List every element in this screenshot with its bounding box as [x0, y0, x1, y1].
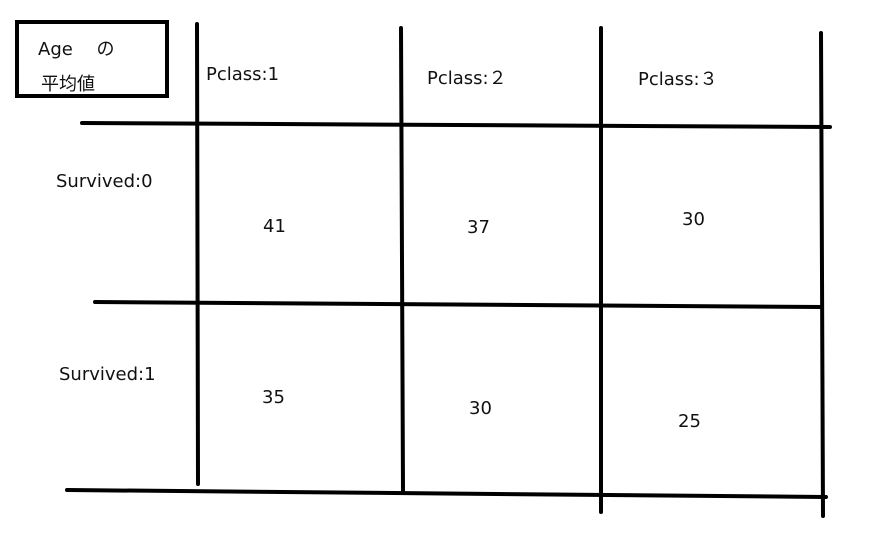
cell-survived1-pclass2: 30 — [469, 398, 492, 419]
corner-label-line2: 平均値 — [41, 74, 95, 95]
grid-line-v-2 — [399, 26, 405, 494]
grid-line-v-1 — [195, 22, 200, 486]
grid-line-h-top — [80, 121, 832, 129]
cell-survived0-pclass2: 37 — [467, 217, 490, 238]
row-header-survived-1: Survived:1 — [59, 364, 156, 385]
cell-survived1-pclass3: 25 — [678, 411, 701, 432]
cell-survived0-pclass1: 41 — [263, 216, 286, 237]
column-header-pclass-2: Pclass:２ — [427, 68, 507, 89]
row-header-survived-0: Survived:0 — [56, 171, 153, 192]
grid-line-h-middle — [93, 300, 824, 309]
cell-survived1-pclass1: 35 — [262, 387, 285, 408]
grid-line-h-bottom — [65, 488, 828, 499]
grid-line-v-4 — [819, 31, 825, 518]
cell-survived0-pclass3: 30 — [682, 209, 705, 230]
corner-label-line1: Age の — [38, 39, 115, 60]
column-header-pclass-3: Pclass:３ — [638, 69, 718, 90]
column-header-pclass-1: Pclass:1 — [206, 64, 280, 85]
